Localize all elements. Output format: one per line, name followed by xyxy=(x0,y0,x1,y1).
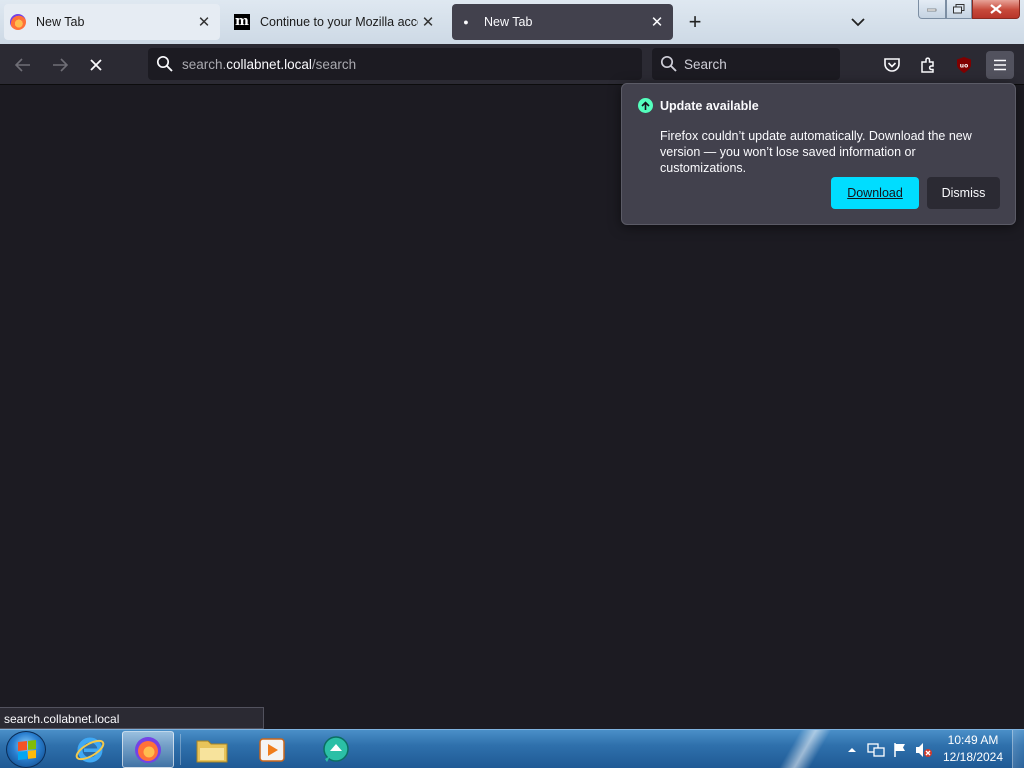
close-icon[interactable]: ✕ xyxy=(418,12,438,32)
taskbar-media-player[interactable] xyxy=(246,731,298,768)
forward-button[interactable] xyxy=(47,52,73,78)
tab-new-tab-active[interactable]: ● New Tab ✕ xyxy=(452,4,673,40)
window-controls xyxy=(918,0,1020,19)
firefox-icon xyxy=(10,14,26,30)
internet-explorer-icon xyxy=(75,737,105,762)
restore-icon xyxy=(953,4,965,14)
dismiss-button[interactable]: Dismiss xyxy=(927,177,1000,209)
close-window-button[interactable] xyxy=(972,0,1020,19)
search-placeholder: Search xyxy=(684,56,727,72)
status-panel: search.collabnet.local xyxy=(0,707,264,729)
tab-title: Continue to your Mozilla account xyxy=(260,15,418,29)
start-button[interactable] xyxy=(6,731,46,768)
action-center-flag-icon[interactable] xyxy=(890,740,910,760)
forward-arrow-icon xyxy=(53,58,68,72)
app-menu-button[interactable] xyxy=(986,51,1014,79)
url-prefix: search. xyxy=(182,56,227,72)
popup-header: Update available xyxy=(638,98,759,113)
minimize-icon xyxy=(927,8,937,12)
new-tab-button[interactable]: + xyxy=(682,10,708,34)
system-clock[interactable]: 10:49 AM 12/18/2024 xyxy=(938,732,1008,766)
tab-title: New Tab xyxy=(484,15,533,29)
pocket-button[interactable] xyxy=(878,51,906,79)
download-button[interactable]: Download xyxy=(831,177,919,209)
close-icon xyxy=(990,4,1002,14)
windows-taskbar: 10:49 AM 12/18/2024 xyxy=(0,729,1024,768)
url-path: /search xyxy=(311,56,357,72)
tab-strip: New Tab ✕ m Continue to your Mozilla acc… xyxy=(0,0,1024,44)
pocket-icon xyxy=(884,58,900,72)
tab-new-tab-1[interactable]: New Tab ✕ xyxy=(4,4,220,40)
taskbar-internet-explorer[interactable] xyxy=(64,731,116,768)
taskbar-glare xyxy=(770,730,850,768)
loading-dot-icon: ● xyxy=(463,17,469,27)
taskbar-chat-app[interactable] xyxy=(310,731,362,768)
minimize-button[interactable] xyxy=(918,0,946,19)
chevron-down-icon xyxy=(851,17,865,26)
chat-bubble-icon xyxy=(323,735,349,762)
stop-button[interactable] xyxy=(83,52,109,78)
show-hidden-icons-button[interactable] xyxy=(842,740,862,760)
windows-logo-icon xyxy=(18,740,36,760)
url-host: collabnet.local xyxy=(226,56,312,72)
mozilla-m-icon: m xyxy=(234,14,250,30)
system-tray xyxy=(842,730,938,768)
taskbar-separator xyxy=(180,734,181,765)
stop-x-icon xyxy=(90,59,102,71)
update-arrow-icon xyxy=(638,98,653,113)
firefox-icon xyxy=(135,736,161,763)
clock-time: 10:49 AM xyxy=(947,733,999,747)
volume-muted-icon[interactable] xyxy=(914,740,934,760)
network-icon[interactable] xyxy=(866,740,886,760)
update-available-popup: Update available Firefox couldn’t update… xyxy=(621,83,1016,225)
close-icon[interactable]: ✕ xyxy=(194,12,214,32)
nav-toolbar: search. collabnet.local/search Search uo xyxy=(0,44,1024,85)
tab-title: New Tab xyxy=(36,15,85,29)
popup-title: Update available xyxy=(660,98,759,113)
back-arrow-icon xyxy=(15,58,30,72)
list-all-tabs-button[interactable] xyxy=(846,10,870,34)
tab-mozilla-account[interactable]: m Continue to your Mozilla account ✕ xyxy=(228,4,444,40)
show-desktop-button[interactable] xyxy=(1012,730,1024,768)
clock-date: 12/18/2024 xyxy=(942,750,1004,764)
search-bar[interactable]: Search xyxy=(652,48,840,80)
popup-message: Firefox couldn’t update automatically. D… xyxy=(660,129,972,175)
back-button[interactable] xyxy=(10,52,36,78)
search-icon xyxy=(156,55,173,72)
media-player-icon xyxy=(259,737,285,762)
ublock-origin-button[interactable]: uo xyxy=(950,51,978,79)
chevron-up-icon xyxy=(848,747,856,752)
folder-icon xyxy=(196,740,228,762)
taskbar-firefox[interactable] xyxy=(122,731,174,768)
taskbar-file-explorer[interactable] xyxy=(186,731,238,768)
url-bar[interactable]: search. collabnet.local/search xyxy=(148,48,642,80)
close-icon[interactable]: ✕ xyxy=(647,12,667,32)
search-icon xyxy=(660,55,677,72)
restore-button[interactable] xyxy=(946,0,972,19)
hamburger-menu-icon xyxy=(994,59,1006,71)
puzzle-piece-icon xyxy=(921,57,934,73)
extensions-button[interactable] xyxy=(914,51,942,79)
ublock-origin-icon: uo xyxy=(957,57,971,73)
svg-text:uo: uo xyxy=(960,63,968,70)
